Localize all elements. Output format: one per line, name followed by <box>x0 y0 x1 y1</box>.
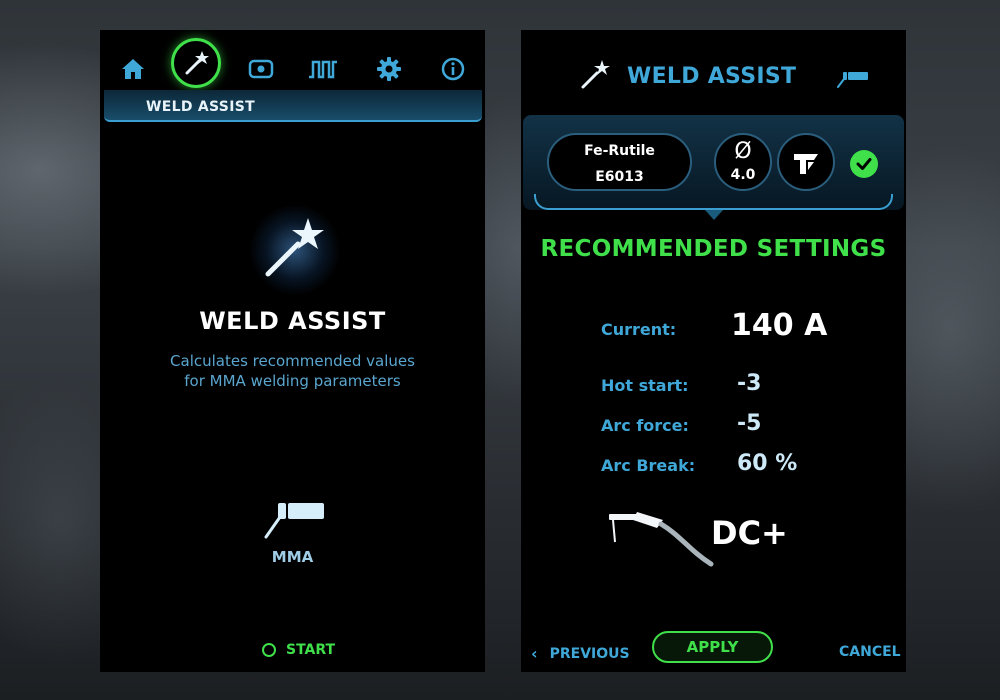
current-value: 140 A <box>731 308 828 343</box>
hot-start-label: Hot start: <box>601 376 689 395</box>
hero-title: WELD ASSIST <box>199 307 386 335</box>
mma-mode-icon <box>836 70 870 88</box>
electrode-type-button[interactable]: Fe-Rutile E6013 <box>547 133 692 191</box>
cancel-button[interactable]: CANCEL <box>839 644 901 660</box>
start-ring-icon <box>262 643 276 657</box>
previous-label: PREVIOUS <box>549 645 630 662</box>
hero-description: Calculates recommended values for MMA we… <box>100 351 485 391</box>
mma-electrode-holder-icon <box>258 497 326 541</box>
polarity-value: DC+ <box>711 514 788 552</box>
pulse-icon[interactable] <box>308 54 338 84</box>
arc-break-value: 60 % <box>737 451 798 476</box>
arc-force-value: -5 <box>737 411 762 436</box>
chevron-left-icon: ‹ <box>531 644 538 663</box>
apply-button[interactable]: APPLY <box>652 631 773 663</box>
memory-icon[interactable] <box>246 54 276 84</box>
selection-pointer <box>705 210 723 220</box>
description-line-2: for MMA welding parameters <box>184 372 401 390</box>
arc-force-label: Arc force: <box>601 416 689 435</box>
diameter-icon: Ø <box>734 139 752 164</box>
start-label: START <box>286 642 336 658</box>
gear-icon[interactable] <box>374 54 404 84</box>
electrode-holder-icon <box>601 510 716 570</box>
hot-start-value: -3 <box>737 371 762 396</box>
home-icon[interactable] <box>118 54 148 84</box>
current-label: Current: <box>601 320 677 339</box>
panel-title: WELD ASSIST <box>627 64 797 89</box>
weld-assist-wand-icon[interactable] <box>171 38 221 88</box>
diameter-value: 4.0 <box>730 167 756 183</box>
top-nav-bar: WELD ASSIST <box>100 30 485 122</box>
recommended-settings-title: RECOMMENDED SETTINGS <box>540 236 887 262</box>
weld-assist-intro-panel: WELD ASSIST WELD ASSIST Calculates recom… <box>100 30 485 672</box>
electrode-code: E6013 <box>595 169 644 185</box>
magic-wand-icon <box>258 210 330 282</box>
weld-joint-icon <box>794 154 818 174</box>
info-icon[interactable] <box>438 54 468 84</box>
magic-wand-icon <box>578 57 612 91</box>
arc-break-label: Arc Break: <box>601 456 696 475</box>
check-icon <box>850 150 878 178</box>
previous-button[interactable]: ‹ PREVIOUS <box>531 644 630 663</box>
recommended-settings-panel: WELD ASSIST Fe-Rutile E6013 Ø 4.0 RECOMM… <box>521 30 906 672</box>
description-line-1: Calculates recommended values <box>170 352 415 370</box>
weld-joint-button[interactable] <box>777 133 835 191</box>
electrode-name: Fe-Rutile <box>584 143 655 159</box>
active-section-title: WELD ASSIST <box>146 99 255 115</box>
diameter-button[interactable]: Ø 4.0 <box>714 133 772 191</box>
active-section-bar: WELD ASSIST <box>104 90 482 122</box>
process-label: MMA <box>271 548 314 566</box>
start-button[interactable]: START <box>262 640 335 660</box>
